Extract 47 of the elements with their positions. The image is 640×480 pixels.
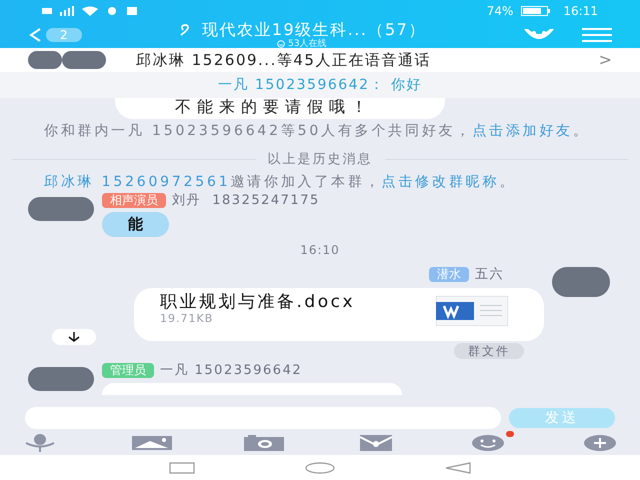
system-notice: 你和群内一凡 15023596642等50人有多个共同好友，点击添加好友。	[44, 124, 591, 138]
menu-icon[interactable]	[582, 28, 612, 42]
plus-icon[interactable]	[584, 435, 616, 451]
file-message-bubble[interactable]: 职业规划与准备.docx 19.71KB	[134, 288, 544, 341]
sender-name: 刘丹 18325247175	[172, 192, 320, 210]
word-document-icon	[436, 296, 508, 326]
avatar[interactable]	[62, 51, 106, 69]
member-title-tag: 潜水	[429, 266, 469, 282]
system-notice: 邱冰琳 15260972561 邀请你加入了本群，点击修改群昵称。	[44, 174, 518, 188]
microphone-icon[interactable]	[23, 434, 57, 452]
avatar[interactable]	[28, 196, 94, 220]
unread-count-badge: 2	[46, 28, 82, 42]
sender-name: 一凡 15023596642	[160, 362, 302, 380]
group-file-tag[interactable]: 群文件	[454, 343, 524, 359]
voice-call-text: 邱冰琳 152609...等45人正在语音通话	[136, 50, 432, 71]
avatar[interactable]	[552, 266, 610, 296]
smiley-icon[interactable]	[472, 435, 504, 451]
pinned-message-text: 一凡 15023596642： 你好	[218, 76, 422, 94]
pinned-message-banner[interactable]: 一凡 15023596642： 你好	[0, 72, 640, 98]
image-icon[interactable]	[132, 436, 172, 450]
download-button[interactable]	[52, 329, 96, 345]
camera-icon[interactable]	[244, 435, 284, 451]
battery-icon	[521, 6, 552, 16]
online-status-icon	[277, 40, 286, 48]
member-title-tag: 相声演员	[102, 192, 166, 208]
message-time: 16:10	[300, 242, 340, 258]
member-title-tag: 管理员	[102, 363, 154, 378]
message-bubble: 不能来的要请假哦！	[115, 98, 445, 119]
envelope-icon[interactable]	[360, 435, 392, 451]
back-icon[interactable]	[445, 462, 471, 474]
clock: 16:11	[563, 3, 598, 20]
battery-percentage: 74%	[486, 3, 514, 20]
history-divider-label: 以上是历史消息	[268, 151, 372, 169]
chevron-right: >	[598, 49, 612, 71]
sender-name: 五六	[475, 266, 504, 284]
file-size: 19.71KB	[160, 311, 214, 327]
avatar[interactable]	[28, 51, 62, 69]
down-arrow-icon	[68, 332, 80, 342]
avatar[interactable]	[28, 367, 94, 391]
voice-call-banner[interactable]: 邱冰琳 152609...等45人正在语音通话 >	[0, 48, 640, 72]
back-chevron-icon	[28, 27, 42, 43]
home-icon[interactable]	[305, 462, 335, 474]
recent-apps-icon[interactable]	[169, 462, 195, 474]
file-name: 职业规划与准备.docx	[160, 294, 356, 311]
message-bubble: 能	[102, 212, 169, 236]
group-title: 现代农业19级生科...（57）	[202, 21, 426, 39]
online-count: 53人在线	[288, 39, 327, 49]
